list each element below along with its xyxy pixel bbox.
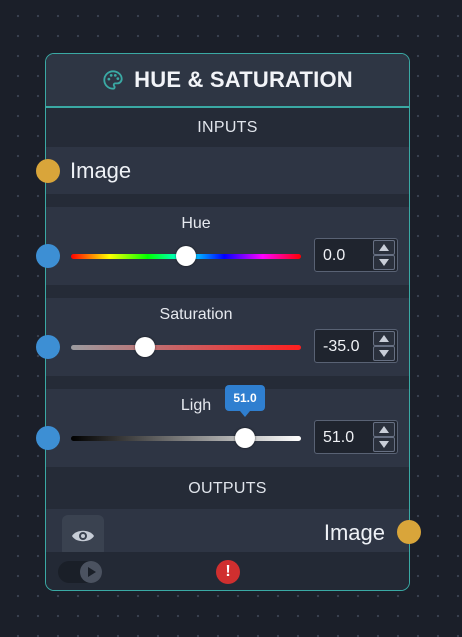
node-title: HUE & SATURATION	[134, 67, 353, 92]
run-toggle[interactable]	[58, 561, 102, 583]
node-header[interactable]: HUE & SATURATION	[46, 54, 409, 108]
hue-slider-thumb[interactable]	[176, 246, 196, 266]
play-icon	[80, 561, 102, 583]
image-input-row: Image	[46, 147, 409, 194]
lightness-number-input[interactable]: 51.0	[314, 420, 398, 454]
saturation-slider-thumb[interactable]	[135, 337, 155, 357]
eye-icon	[71, 527, 95, 545]
lightness-slider-track[interactable]	[71, 436, 301, 441]
hue-decrement-button[interactable]	[373, 255, 395, 270]
saturation-param-row: Saturation -35.0	[46, 298, 409, 376]
inputs-section-label: INPUTS	[197, 119, 258, 136]
image-output-row: Image	[46, 509, 409, 557]
lightness-slider-thumb[interactable]	[235, 428, 255, 448]
hue-param-row: Hue 0.0	[46, 207, 409, 285]
palette-icon	[102, 69, 124, 91]
error-icon[interactable]: !	[216, 560, 240, 584]
saturation-value: -35.0	[323, 338, 360, 355]
saturation-label: Saturation	[159, 306, 233, 323]
hue-label: Hue	[181, 215, 211, 232]
lightness-decrement-button[interactable]	[373, 437, 395, 452]
hue-value: 0.0	[323, 247, 346, 264]
hue-increment-button[interactable]	[373, 240, 395, 255]
outputs-section-label: OUTPUTS	[188, 480, 267, 497]
saturation-number-input[interactable]: -35.0	[314, 329, 398, 363]
image-input-label: Image	[70, 158, 132, 183]
hue-number-input[interactable]: 0.0	[314, 238, 398, 272]
lightness-input-socket[interactable]	[36, 426, 60, 450]
preview-eye-button[interactable]	[62, 515, 104, 557]
node-footer: !	[46, 552, 409, 590]
saturation-slider-track[interactable]	[71, 345, 301, 350]
image-output-label: Image	[323, 520, 385, 545]
lightness-label: Ligh	[180, 397, 212, 414]
image-input-socket[interactable]	[36, 159, 60, 183]
image-output-socket[interactable]	[397, 520, 421, 544]
saturation-increment-button[interactable]	[373, 331, 395, 346]
hue-saturation-node[interactable]: HUE & SATURATION INPUTS Image Hue 0.0 Sa…	[36, 53, 421, 591]
lightness-value: 51.0	[323, 429, 355, 446]
lightness-increment-button[interactable]	[373, 422, 395, 437]
saturation-decrement-button[interactable]	[373, 346, 395, 361]
lightness-value-tooltip: 51.0	[225, 385, 265, 417]
hue-input-socket[interactable]	[36, 244, 60, 268]
saturation-input-socket[interactable]	[36, 335, 60, 359]
lightness-param-row: Ligh 51.0 51.0	[46, 385, 409, 467]
